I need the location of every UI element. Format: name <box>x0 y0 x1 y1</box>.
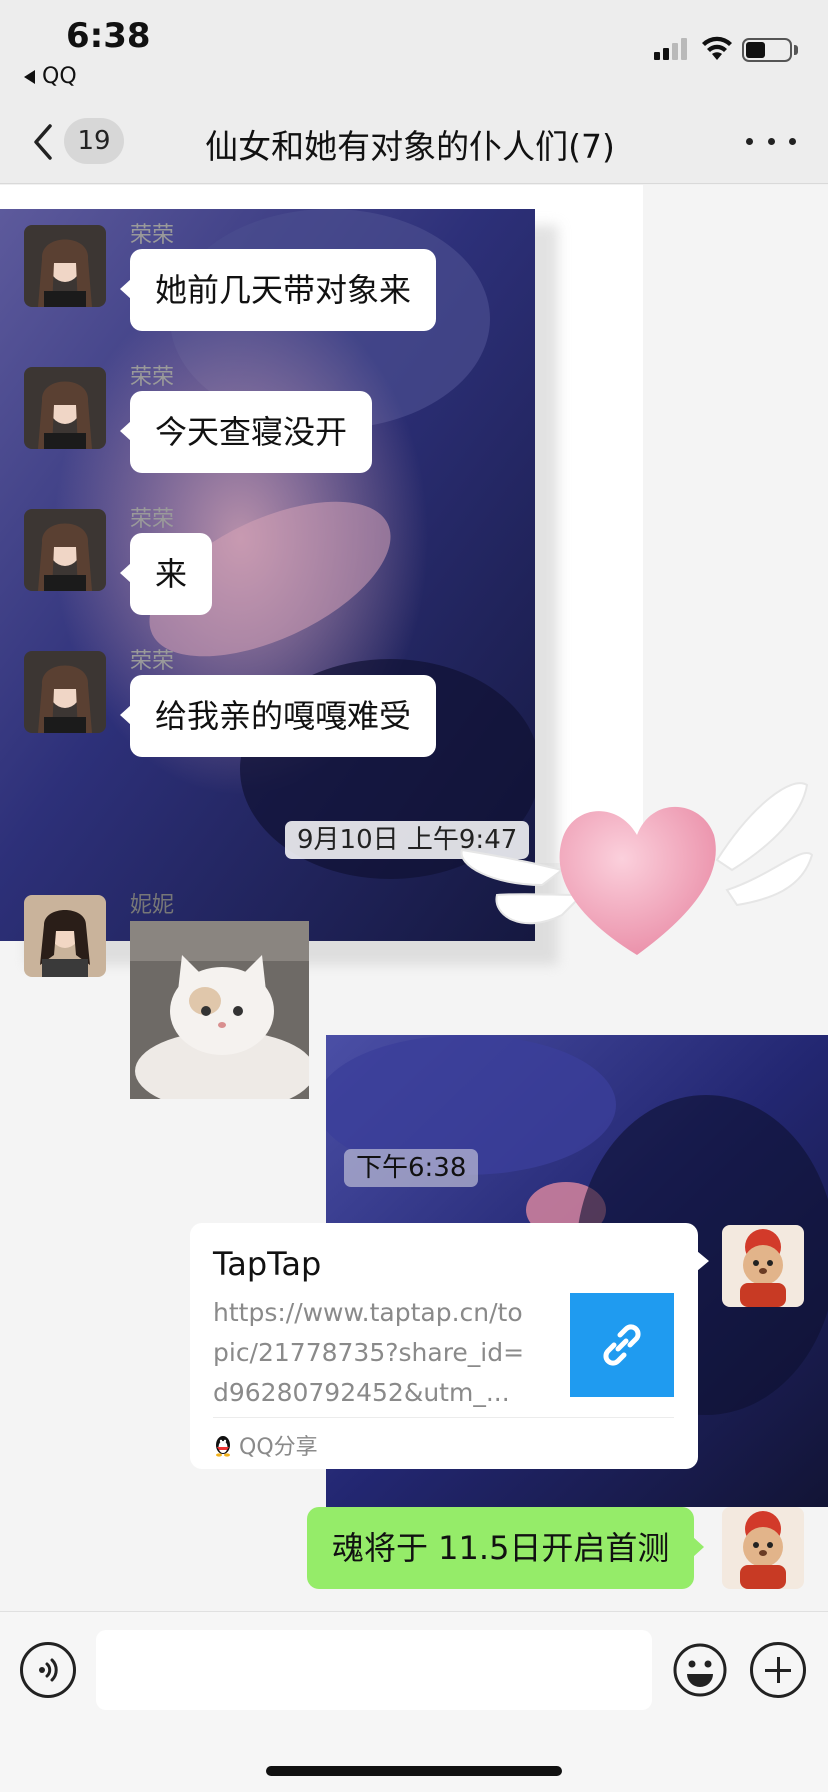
home-indicator <box>266 1766 562 1776</box>
voice-icon <box>39 1658 58 1682</box>
chat-title[interactable]: 仙女和她有对象的仆人们(7) <box>140 120 680 168</box>
avatar-self[interactable] <box>722 1225 804 1307</box>
avatar-rongrong[interactable] <box>24 509 106 591</box>
plus-button[interactable] <box>750 1642 806 1698</box>
avatar-image <box>722 1507 804 1589</box>
battery-level <box>746 42 765 58</box>
outgoing-message-bubble[interactable]: 魂将于 11.5日开启首测 <box>307 1507 705 1589</box>
ellipsis-icon <box>746 137 753 145</box>
link-title: TapTap <box>213 1245 322 1283</box>
back-app-label: QQ <box>42 64 77 89</box>
sender-name: 荣荣 <box>130 649 175 674</box>
back-triangle-icon <box>24 69 35 84</box>
back-to-app-button[interactable]: QQ <box>24 64 77 89</box>
avatar-image <box>24 509 106 591</box>
avatar-rongrong[interactable] <box>24 651 106 733</box>
smiley-icon[interactable] <box>672 1642 728 1698</box>
incoming-message-bubble[interactable]: 今天查寝没开 <box>119 391 373 473</box>
input-bar <box>0 1611 828 1792</box>
avatar-image <box>24 367 106 449</box>
sender-name: 荣荣 <box>130 507 175 532</box>
voice-button[interactable] <box>20 1642 76 1698</box>
message-input[interactable] <box>96 1630 652 1710</box>
incoming-message-bubble[interactable]: 来 <box>119 533 213 615</box>
avatar-image <box>722 1225 804 1307</box>
avatar-self[interactable] <box>722 1507 804 1589</box>
sender-name: 荣荣 <box>130 223 175 248</box>
link-source-label: QQ分享 <box>239 1435 318 1460</box>
avatar-rongrong[interactable] <box>24 367 106 449</box>
incoming-message-bubble[interactable]: 她前几天带对象来 <box>119 249 437 331</box>
ellipsis-icon <box>789 137 796 145</box>
more-options-button[interactable] <box>746 126 796 156</box>
link-share-card[interactable]: TapTap https://www.taptap.cn/topic/21778… <box>190 1223 709 1469</box>
avatar-nini[interactable] <box>24 895 106 977</box>
avatar-image <box>24 225 106 307</box>
avatar-image <box>24 651 106 733</box>
battery-cap <box>794 45 798 55</box>
link-icon <box>603 1324 641 1366</box>
battery-icon <box>742 38 792 62</box>
link-thumbnail <box>570 1293 674 1397</box>
sender-name: 妮妮 <box>130 893 175 918</box>
avatar-image <box>24 895 106 977</box>
chat-header: 19 仙女和她有对象的仆人们(7) <box>0 100 828 184</box>
chat-message-list[interactable]: 荣荣 她前几天带对象来 荣荣 今天查寝没开 荣荣来荣荣 给我亲的嘎嘎难受 9月10日 上午… <box>0 185 828 1611</box>
timestamp: 下午6:38 <box>344 1149 479 1187</box>
previous-bubble-stub <box>130 185 318 205</box>
avatar-rongrong[interactable] <box>24 225 106 307</box>
wifi-icon <box>702 36 732 60</box>
cellular-signal-icon <box>654 38 687 60</box>
chevron-left-icon <box>34 124 52 160</box>
back-button[interactable] <box>24 118 64 166</box>
cat-sticker-icon[interactable] <box>130 921 309 1099</box>
link-source: QQ分享 <box>213 1429 318 1461</box>
unread-count-badge[interactable]: 19 <box>64 118 124 164</box>
status-bar: 6:38 QQ <box>0 0 828 100</box>
link-url: https://www.taptap.cn/topic/21778735?sha… <box>213 1298 525 1407</box>
sender-name: 荣荣 <box>130 365 175 390</box>
status-time: 6:38 <box>66 16 151 56</box>
ellipsis-icon <box>767 137 775 145</box>
divider <box>213 1417 674 1418</box>
winged-heart-sticker-icon <box>460 782 814 955</box>
incoming-message-bubble[interactable]: 给我亲的嘎嘎难受 <box>119 675 437 757</box>
qq-penguin-icon <box>216 1436 230 1457</box>
